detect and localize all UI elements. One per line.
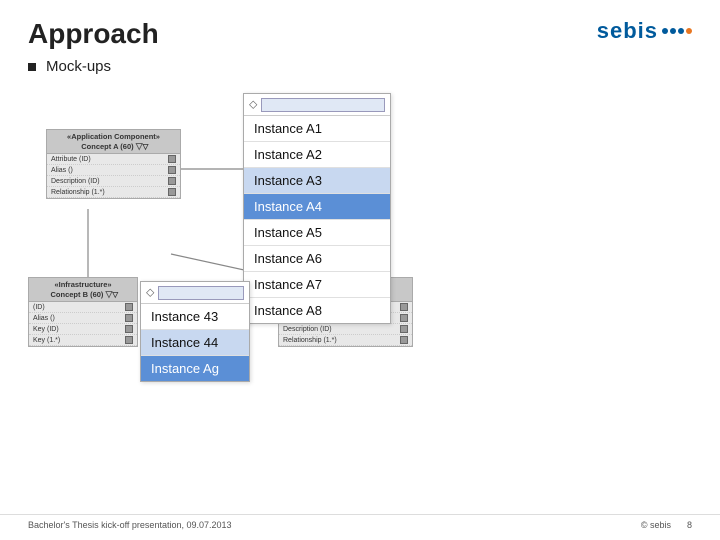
row-icon-c3[interactable] — [400, 325, 408, 333]
concept-b-row-3: Key (ID) — [29, 324, 137, 335]
header: Approach sebis — [0, 0, 720, 50]
concept-c-row-3: Description (ID) — [279, 324, 412, 335]
row-icon-3[interactable] — [168, 177, 176, 185]
instance-a7[interactable]: Instance A7 — [244, 272, 390, 298]
footer-page: 8 — [687, 520, 692, 530]
logo-dot-2 — [670, 28, 676, 34]
instance-a8[interactable]: Instance A8 — [244, 298, 390, 323]
filter-icon[interactable]: ⬦ — [249, 97, 257, 112]
instance-ag[interactable]: Instance Ag — [141, 356, 249, 381]
footer: Bachelor's Thesis kick-off presentation,… — [0, 514, 720, 530]
concept-b-row-2: Alias () — [29, 313, 137, 324]
main-instance-panel: ⬦ Instance A1 Instance A2 Instance A3 In… — [243, 93, 391, 324]
subtitle-text: Mock-ups — [46, 58, 111, 75]
instance-44[interactable]: Instance 44 — [141, 330, 249, 356]
logo-area: sebis — [597, 18, 692, 44]
instance-panel-header: ⬦ — [244, 94, 390, 116]
diagram: «Application Component» Concept A (60) ▽… — [28, 89, 692, 429]
footer-copyright: © sebis — [641, 520, 671, 530]
concept-c-row-4: Relationship (1.*) — [279, 335, 412, 346]
row-icon-c4[interactable] — [400, 336, 408, 344]
row-icon-b1[interactable] — [125, 303, 133, 311]
row-icon-b2[interactable] — [125, 314, 133, 322]
concept-b-box: «Infrastructure» Concept B (60) ▽ (ID) A… — [28, 277, 138, 347]
concept-b-row-4: Key (1.*) — [29, 335, 137, 346]
funnel-icon-a[interactable]: ▽ — [136, 141, 146, 150]
instance-a4[interactable]: Instance A4 — [244, 194, 390, 220]
logo-dot-3 — [678, 28, 684, 34]
concept-a-row-2: Alias () — [47, 165, 180, 176]
instance-a2[interactable]: Instance A2 — [244, 142, 390, 168]
subtitle-line: Mock-ups — [0, 50, 720, 75]
page-title: Approach — [28, 18, 159, 50]
row-icon-4[interactable] — [168, 188, 176, 196]
bullet-icon — [28, 63, 36, 71]
concept-a-title: «Application Component» Concept A (60) ▽ — [47, 130, 180, 154]
logo-dot-1 — [662, 28, 668, 34]
instance-a5[interactable]: Instance A5 — [244, 220, 390, 246]
logo-dots — [662, 28, 692, 34]
concept-a-row-4: Relationship (1.*) — [47, 187, 180, 198]
footer-citation: Bachelor's Thesis kick-off presentation,… — [28, 520, 232, 530]
concept-a-box: «Application Component» Concept A (60) ▽… — [46, 129, 181, 199]
instance-a1[interactable]: Instance A1 — [244, 116, 390, 142]
instance-a3[interactable]: Instance A3 — [244, 168, 390, 194]
instance-b-header: ⬦ — [141, 282, 249, 304]
logo-dot-4 — [686, 28, 692, 34]
funnel-icon-b[interactable]: ▽ — [106, 289, 116, 298]
row-icon-b3[interactable] — [125, 325, 133, 333]
concept-a-row-3: Description (ID) — [47, 176, 180, 187]
logo-text: sebis — [597, 18, 658, 44]
row-icon-c1[interactable] — [400, 303, 408, 311]
row-icon-c2[interactable] — [400, 314, 408, 322]
concept-a-row-1: Attribute (ID) — [47, 154, 180, 165]
instance-a6[interactable]: Instance A6 — [244, 246, 390, 272]
instance-search-bar[interactable] — [261, 98, 385, 112]
instance-b-search[interactable] — [158, 286, 244, 300]
main-content: «Application Component» Concept A (60) ▽… — [28, 89, 692, 459]
row-icon-2[interactable] — [168, 166, 176, 174]
instance-panel-b: ⬦ Instance 43 Instance 44 Instance Ag — [140, 281, 250, 382]
filter-icon-b[interactable]: ⬦ — [146, 285, 154, 300]
footer-right: © sebis 8 — [641, 520, 692, 530]
row-icon-b4[interactable] — [125, 336, 133, 344]
instance-43[interactable]: Instance 43 — [141, 304, 249, 330]
concept-b-row-1: (ID) — [29, 302, 137, 313]
concept-b-title: «Infrastructure» Concept B (60) ▽ — [29, 278, 137, 302]
row-icon-1[interactable] — [168, 155, 176, 163]
